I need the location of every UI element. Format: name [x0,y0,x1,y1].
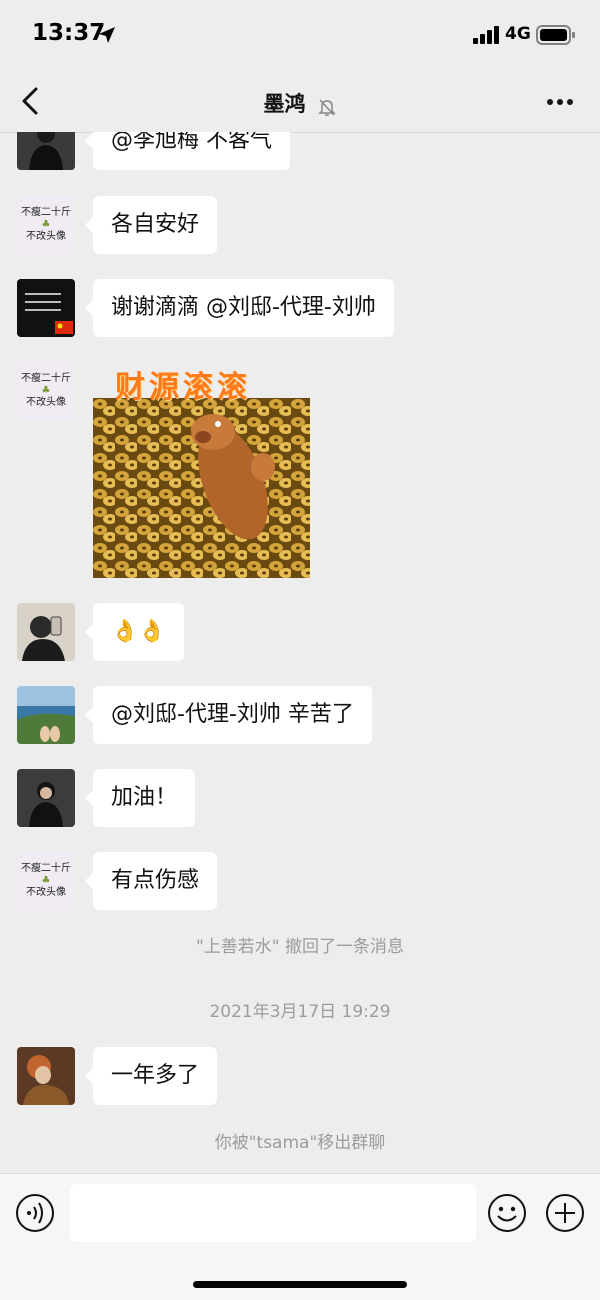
emoji-icon[interactable] [487,1193,527,1233]
text-avatar-icon [17,279,75,337]
avatar[interactable] [17,603,75,661]
battery-icon [536,25,575,45]
message-bubble[interactable]: 加油！ [84,769,196,827]
more-dots-icon[interactable] [546,98,574,106]
avatar[interactable] [17,686,75,744]
avatar-text-line1: 不瘦二十斤 [21,373,71,384]
person-avatar-icon [17,769,75,827]
avatar-text: 不瘦二十斤 ♣ 不改头像 [17,852,75,910]
message-bubble[interactable]: @刘邸-代理-刘帅 辛苦了 [85,686,372,744]
status-time: 13:37 [32,20,106,46]
message-bubble[interactable]: 一年多了 [84,1047,218,1105]
person-avatar-icon [17,603,75,661]
sprout-icon: ♣ [41,875,51,886]
avatar-text: 不瘦二十斤 ♣ 不改头像 [17,196,75,254]
plus-icon[interactable] [545,1193,585,1233]
system-message-recall: "上善若水" 撤回了一条消息 [195,937,405,957]
timestamp: 2021年3月17日 19:29 [209,1002,391,1022]
cellular-signal-icon [473,26,499,44]
chat-header: 墨鸿 [0,70,600,133]
input-bar [0,1173,600,1300]
avatar[interactable] [17,769,75,827]
avatar[interactable]: 不瘦二十斤 ♣ 不改头像 [17,196,75,254]
avatar-text-line2: 不改头像 [26,397,66,408]
home-indicator [193,1281,407,1288]
location-arrow-icon [99,27,115,43]
bell-muted-icon [317,98,336,116]
message-bubble[interactable]: 各自安好 [84,196,218,254]
avatar-text-line2: 不改头像 [26,887,66,898]
message-bubble[interactable]: 谢谢滴滴 @刘邸-代理-刘帅 [85,279,394,337]
avatar[interactable] [17,1047,75,1105]
avatar-text-line1: 不瘦二十斤 [21,207,71,218]
avatar-text-line1: 不瘦二十斤 [21,863,71,874]
network-type: 4G [505,24,531,44]
sticker-image[interactable]: 财源滚滚 [93,362,310,578]
message-bubble[interactable]: 👌👌 [85,603,184,661]
person-avatar-icon [17,132,75,170]
voice-icon[interactable] [15,1193,55,1233]
avatar[interactable] [17,279,75,337]
sticker-caption: 财源滚滚 [115,370,251,405]
message-bubble[interactable]: 有点伤感 [84,852,218,910]
message-bubble[interactable]: @李旭梅 不客气 [85,132,290,170]
avatar[interactable]: 不瘦二十斤 ♣ 不改头像 [17,362,75,420]
system-message-removed: 你被"tsama"移出群聊 [214,1133,386,1153]
avatar-text: 不瘦二十斤 ♣ 不改头像 [17,362,75,420]
status-bar: 13:37 4G [0,0,600,70]
landscape-avatar-icon [17,686,75,744]
avatar-text-line2: 不改头像 [26,231,66,242]
message-input[interactable] [70,1184,476,1242]
avatar[interactable]: 不瘦二十斤 ♣ 不改头像 [17,852,75,910]
avatar[interactable] [17,132,75,170]
chat-title[interactable]: 墨鸿 [263,92,305,116]
sprout-icon: ♣ [41,219,51,230]
title-wrap: 墨鸿 [0,88,600,118]
message-list[interactable]: @李旭梅 不客气 不瘦二十斤 ♣ 不改头像 各自安好 谢谢滴滴 @刘邸-代理-刘… [0,132,600,1173]
person-avatar-icon [17,1047,75,1105]
sprout-icon: ♣ [41,385,51,396]
